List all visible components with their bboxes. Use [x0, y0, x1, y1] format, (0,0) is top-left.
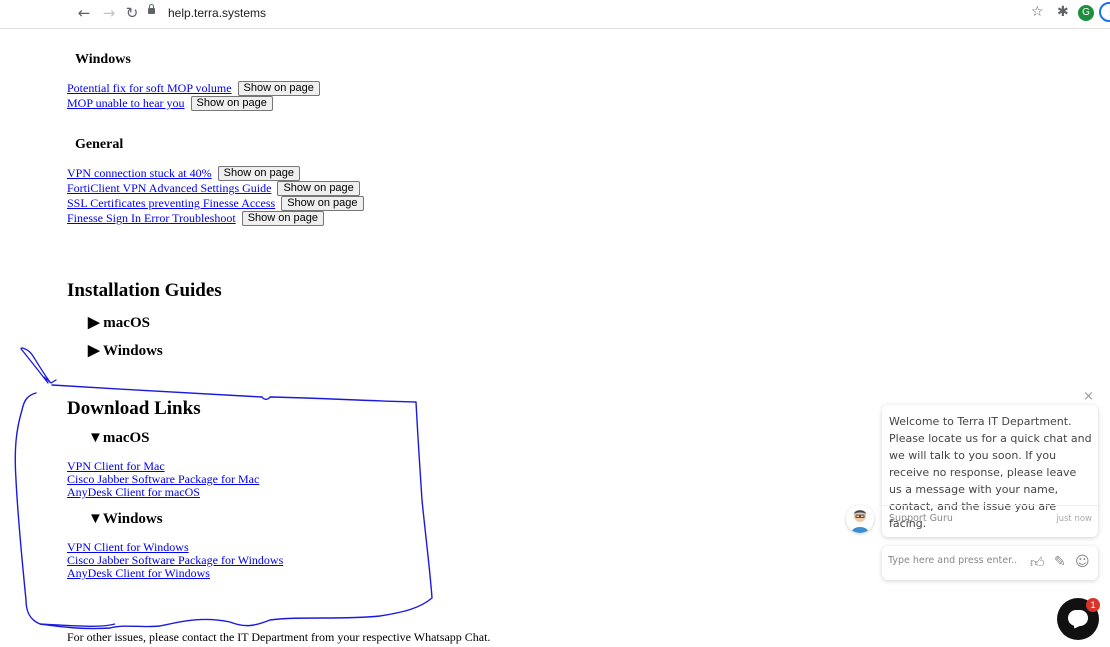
installation-guides-heading: Installation Guides	[67, 280, 222, 301]
message-time: just now	[1056, 514, 1092, 524]
download-link[interactable]: AnyDesk Client for Windows	[67, 566, 210, 581]
close-icon[interactable]: ×	[1083, 389, 1094, 404]
chat-compose: 👍︎ ✎ ☺	[882, 546, 1098, 580]
faq-row: Potential fix for soft MOP volume Show o…	[67, 81, 320, 96]
agent-name: Support Guru	[889, 513, 953, 524]
star-icon[interactable]: ☆	[1031, 4, 1044, 20]
faq-link[interactable]: VPN connection stuck at 40%	[67, 166, 212, 181]
download-link[interactable]: AnyDesk Client for macOS	[67, 485, 200, 500]
install-windows-toggle[interactable]: ▶ Windows	[88, 341, 163, 360]
faq-link[interactable]: Finesse Sign In Error Troubleshoot	[67, 211, 236, 226]
emoji-icon[interactable]: ☺	[1075, 554, 1090, 570]
show-on-page-button[interactable]: Show on page	[237, 81, 320, 96]
profile-avatar[interactable]: G	[1078, 5, 1094, 21]
address-bar[interactable]: help.terra.systems	[168, 6, 266, 20]
faq-link[interactable]: SSL Certificates preventing Finesse Acce…	[67, 196, 275, 211]
lock-icon[interactable]	[148, 4, 155, 14]
footer-note: For other issues, please contact the IT …	[67, 630, 491, 644]
faq-link[interactable]: Potential fix for soft MOP volume	[67, 81, 232, 96]
faq-row: SSL Certificates preventing Finesse Acce…	[67, 196, 364, 211]
faq-row: VPN connection stuck at 40% Show on page	[67, 166, 300, 181]
browser-toolbar: ← → ↻ help.terra.systems ☆ ✱ G ⋮	[0, 0, 1110, 29]
arrow-left-icon[interactable]: ←	[75, 4, 93, 22]
notification-badge: 1	[1086, 598, 1100, 612]
extensions-icon[interactable]: ✱	[1057, 4, 1069, 20]
show-on-page-button[interactable]: Show on page	[277, 181, 360, 196]
faq-row: Finesse Sign In Error Troubleshoot Show …	[67, 211, 325, 226]
menu-icon[interactable]: ⋮	[1099, 2, 1110, 22]
section-heading-windows: Windows	[75, 52, 131, 67]
chat-bubble: Welcome to Terra IT Department. Please l…	[882, 405, 1098, 537]
show-on-page-button[interactable]: Show on page	[217, 166, 300, 181]
show-on-page-button[interactable]: Show on page	[281, 196, 364, 211]
download-windows-toggle[interactable]: ▼Windows	[88, 511, 163, 528]
faq-row: MOP unable to hear you Show on page	[67, 96, 273, 111]
divider	[882, 505, 1098, 506]
install-macos-toggle[interactable]: ▶ macOS	[88, 313, 150, 332]
reload-icon[interactable]: ↻	[123, 4, 141, 22]
faq-row: FortiClient VPN Advanced Settings Guide …	[67, 181, 360, 196]
faq-link[interactable]: FortiClient VPN Advanced Settings Guide	[67, 181, 271, 196]
agent-avatar	[846, 505, 874, 533]
attachment-icon[interactable]: ✎	[1054, 554, 1066, 570]
show-on-page-button[interactable]: Show on page	[241, 211, 325, 226]
section-heading-general: General	[75, 137, 124, 152]
arrow-right-icon[interactable]: →	[100, 4, 118, 22]
faq-link[interactable]: MOP unable to hear you	[67, 96, 185, 111]
download-macos-toggle[interactable]: ▼macOS	[88, 430, 150, 447]
download-links-heading: Download Links	[67, 398, 201, 419]
show-on-page-button[interactable]: Show on page	[190, 96, 273, 111]
thumbs-up-icon[interactable]: 👍︎	[1030, 554, 1045, 571]
chat-input[interactable]	[888, 555, 1018, 566]
